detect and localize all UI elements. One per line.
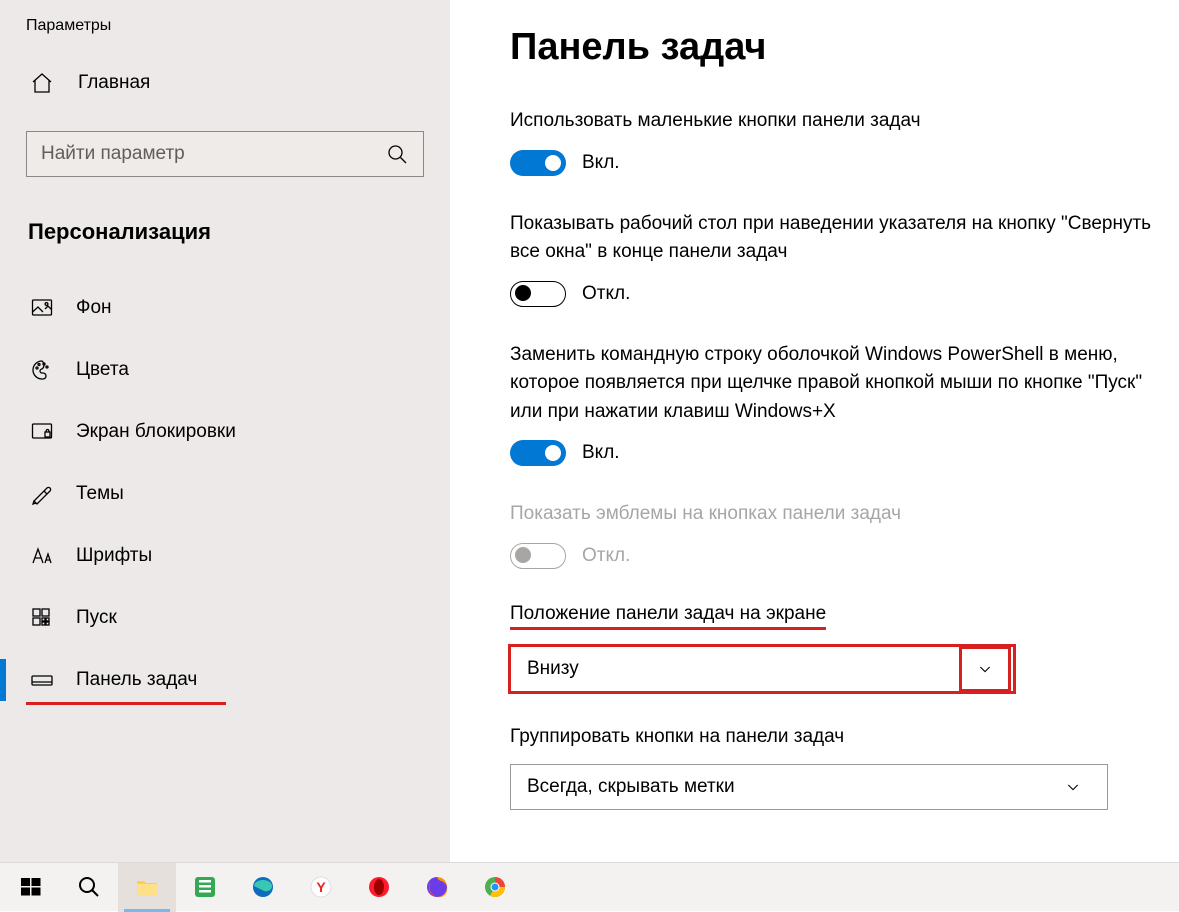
sidebar-item-taskbar[interactable]: Панель задач [26,649,424,711]
combine-label: Группировать кнопки на панели задач [510,726,844,748]
sidebar-item-colors[interactable]: Цвета [26,339,424,401]
picture-icon [30,296,54,320]
nav-label: Темы [76,483,124,505]
category-title: Персонализация [28,219,424,245]
setting-text: Использовать маленькие кнопки панели зад… [510,107,1157,136]
nav-label: Панель задач [76,669,197,691]
sidebar-nav: Фон Цвета Экран блокировки Темы Шрифты [26,277,424,711]
setting-powershell: Заменить командную строку оболочкой Wind… [510,341,1157,467]
chevron-down-icon [1055,769,1091,805]
nav-label: Экран блокировки [76,421,236,443]
dropdown-value: Внизу [527,658,962,680]
taskbar-chrome[interactable] [466,863,524,912]
sidebar-home[interactable]: Главная [26,63,424,103]
search-icon [385,142,409,166]
setting-badges: Показать эмблемы на кнопках панели задач… [510,500,1157,569]
setting-peek: Показывать рабочий стол при наведении ук… [510,210,1157,307]
svg-text:Y: Y [316,879,326,895]
taskbar-firefox[interactable] [408,863,466,912]
toggle-state: Вкл. [582,442,620,464]
taskbar-app-green[interactable] [176,863,234,912]
toggle-powershell[interactable] [510,440,566,466]
sidebar: Параметры Главная Персонализация Фон [0,0,450,862]
setting-text: Показывать рабочий стол при наведении ук… [510,210,1157,267]
lockscreen-icon [30,420,54,444]
dropdown-combine[interactable]: Всегда, скрывать метки [510,764,1108,810]
toggle-small-buttons[interactable] [510,150,566,176]
taskbar-edge[interactable] [234,863,292,912]
sidebar-item-themes[interactable]: Темы [26,463,424,525]
search-field[interactable] [41,143,385,165]
dropdown-value: Всегда, скрывать метки [527,776,1055,798]
nav-label: Пуск [76,607,117,629]
home-icon [30,71,54,95]
sidebar-item-background[interactable]: Фон [26,277,424,339]
nav-label: Шрифты [76,545,152,567]
search-input[interactable] [26,131,424,177]
highlight-underline [26,702,226,705]
toggle-state: Откл. [582,283,630,305]
toggle-state: Откл. [582,545,630,567]
sidebar-item-fonts[interactable]: Шрифты [26,525,424,587]
taskbar-opera[interactable] [350,863,408,912]
system-taskbar: Y [0,862,1179,911]
toggle-peek[interactable] [510,281,566,307]
content-area: Панель задач Использовать маленькие кноп… [450,0,1179,862]
setting-position: Положение панели задач на экране Внизу [510,603,1157,692]
taskbar-search[interactable] [60,863,118,912]
dropdown-position[interactable]: Внизу [510,646,1014,692]
fonts-icon [30,544,54,568]
position-label: Положение панели задач на экране [510,603,826,630]
setting-small-buttons: Использовать маленькие кнопки панели зад… [510,107,1157,176]
sidebar-item-lockscreen[interactable]: Экран блокировки [26,401,424,463]
start-icon [30,606,54,630]
page-title: Панель задач [510,26,1157,69]
chevron-down-icon [962,649,1008,689]
setting-text: Заменить командную строку оболочкой Wind… [510,341,1157,427]
taskbar-icon [30,668,54,692]
sidebar-item-start[interactable]: Пуск [26,587,424,649]
setting-combine: Группировать кнопки на панели задач Всег… [510,726,1157,810]
palette-icon [30,358,54,382]
themes-icon [30,482,54,506]
window-title: Параметры [0,0,450,35]
home-label: Главная [78,72,150,94]
toggle-badges [510,543,566,569]
nav-label: Цвета [76,359,129,381]
setting-text: Показать эмблемы на кнопках панели задач [510,500,1157,529]
taskbar-explorer[interactable] [118,863,176,912]
toggle-state: Вкл. [582,152,620,174]
nav-label: Фон [76,297,112,319]
taskbar-start[interactable] [2,863,60,912]
taskbar-yandex[interactable]: Y [292,863,350,912]
